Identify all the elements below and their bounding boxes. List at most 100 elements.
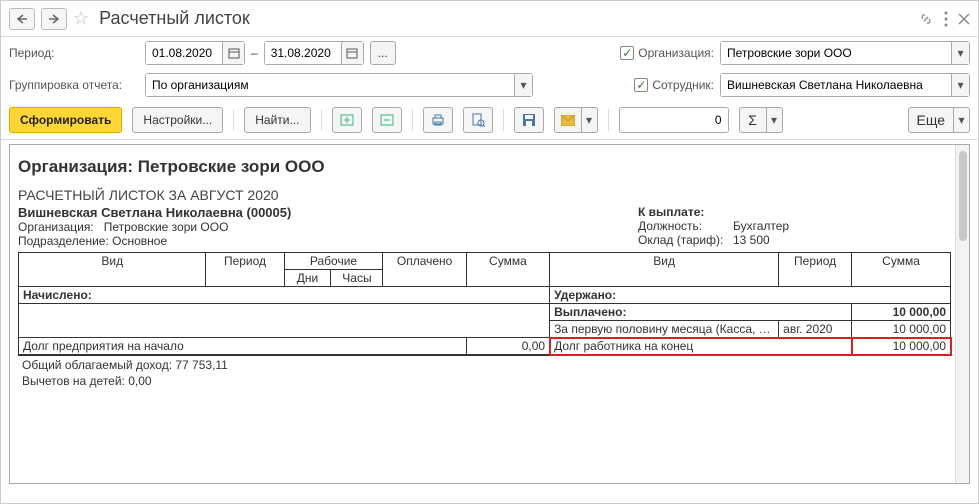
report-area: Организация: Петровские зори ООО РАСЧЕТН… — [9, 144, 970, 484]
org-label: Организация: — [18, 220, 94, 234]
nav-back-button[interactable] — [9, 8, 35, 30]
col-dni: Дни — [284, 270, 331, 287]
to-pay-label: К выплате: — [638, 205, 951, 219]
pay-period: авг. 2020 — [779, 321, 852, 338]
dept-label: Подразделение: — [18, 234, 109, 248]
emp-combo[interactable]: ▾ — [720, 73, 970, 97]
chevron-down-icon[interactable]: ▾ — [951, 74, 969, 96]
separator — [233, 109, 234, 131]
grouping-combo[interactable]: ▾ — [145, 73, 533, 97]
pay-desc: За первую половину месяца (Касса, вед. №… — [550, 321, 779, 338]
period-picker-button[interactable]: ... — [370, 41, 396, 65]
date-to-field[interactable] — [264, 41, 364, 65]
col-period-r: Период — [779, 253, 852, 287]
sigma-icon[interactable]: Σ — [740, 108, 766, 132]
printer-icon — [431, 113, 445, 127]
more-label: Еще — [909, 108, 954, 132]
date-from-field[interactable] — [145, 41, 245, 65]
col-chasy: Часы — [331, 270, 383, 287]
col-period: Период — [206, 253, 284, 287]
separator — [412, 109, 413, 131]
chevron-down-icon[interactable]: ▾ — [951, 42, 969, 64]
col-vid: Вид — [19, 253, 206, 287]
col-vid-r: Вид — [550, 253, 779, 287]
find-button[interactable]: Найти... — [244, 107, 310, 133]
generate-button[interactable]: Сформировать — [9, 107, 122, 133]
close-icon[interactable] — [958, 13, 970, 25]
emp-combo-input[interactable] — [721, 74, 951, 96]
calendar-icon[interactable] — [222, 42, 244, 64]
chevron-down-icon[interactable]: ▾ — [514, 74, 532, 96]
table-row: Вид Период Рабочие Оплачено Сумма Вид Пе… — [19, 253, 951, 270]
org-heading: Организация: Петровские зори ООО — [18, 157, 951, 177]
date-from-input[interactable] — [146, 42, 222, 64]
table-row: Выплачено: 10 000,00 — [19, 304, 951, 321]
settings-button[interactable]: Настройки... — [132, 107, 223, 133]
debt-end-label: Долг работника на конец — [550, 338, 852, 355]
payslip-table: Вид Период Рабочие Оплачено Сумма Вид Пе… — [18, 252, 951, 355]
calendar-icon[interactable] — [341, 42, 363, 64]
col-summa: Сумма — [466, 253, 549, 287]
chevron-down-icon[interactable]: ▾ — [581, 108, 597, 132]
col-oplacheno: Оплачено — [383, 253, 466, 287]
separator — [321, 109, 322, 131]
date-to-input[interactable] — [265, 42, 341, 64]
org-checkbox[interactable]: ✓ Организация: — [620, 46, 714, 60]
emp-checkbox[interactable]: ✓ Сотрудник: — [634, 78, 714, 92]
separator — [608, 109, 609, 131]
vyplacheno-label: Выплачено: — [550, 304, 852, 321]
preview-button[interactable] — [463, 107, 493, 133]
salary-value: 13 500 — [733, 233, 770, 247]
chevron-down-icon[interactable]: ▾ — [766, 108, 782, 132]
sheet-title: РАСЧЕТНЫЙ ЛИСТОК ЗА АВГУСТ 2020 — [18, 187, 951, 203]
org-combo[interactable]: ▾ — [720, 41, 970, 65]
col-summa-r: Сумма — [852, 253, 951, 287]
grouping-input[interactable] — [146, 74, 514, 96]
debt-end-sum: 10 000,00 — [852, 338, 951, 355]
date-dash: – — [251, 46, 258, 60]
number-field[interactable] — [619, 107, 729, 133]
email-dropdown[interactable]: ▾ — [554, 107, 598, 133]
nav-forward-button[interactable] — [41, 8, 67, 30]
print-button[interactable] — [423, 107, 453, 133]
salary-label: Оклад (тариф): — [638, 233, 733, 247]
sum-dropdown[interactable]: Σ ▾ — [739, 107, 783, 133]
org-name: Петровские зори ООО — [104, 220, 229, 234]
position-label: Должность: — [638, 219, 733, 233]
link-icon[interactable] — [918, 11, 934, 27]
page-magnify-icon — [471, 113, 485, 127]
check-icon: ✓ — [620, 46, 634, 60]
position-value: Бухгалтер — [733, 219, 789, 233]
uderzhano-label: Удержано: — [550, 287, 951, 304]
more-dropdown[interactable]: Еще ▾ — [908, 107, 971, 133]
scrollbar-thumb[interactable] — [959, 151, 967, 241]
expand-group-button[interactable] — [332, 107, 362, 133]
dept-name: Основное — [112, 234, 167, 248]
table-row: Долг предприятия на начало 0,00 Долг раб… — [19, 338, 951, 355]
org-check-label: Организация: — [638, 46, 714, 60]
arrow-left-icon — [16, 14, 28, 24]
debt-start-label: Долг предприятия на начало — [19, 338, 467, 355]
save-button[interactable] — [514, 107, 544, 133]
collapse-icon — [380, 113, 394, 127]
kebab-menu-icon[interactable] — [944, 11, 948, 27]
col-rabochie: Рабочие — [284, 253, 383, 270]
period-label: Период: — [9, 46, 139, 60]
chevron-down-icon[interactable]: ▾ — [953, 108, 969, 132]
collapse-group-button[interactable] — [372, 107, 402, 133]
pay-sum: 10 000,00 — [852, 321, 951, 338]
grouping-label: Группировка отчета: — [9, 78, 139, 92]
child-deductions: Вычетов на детей: 0,00 — [18, 374, 951, 388]
mail-icon[interactable] — [555, 108, 581, 132]
vyplacheno-sum: 10 000,00 — [852, 304, 951, 321]
arrow-right-icon — [48, 14, 60, 24]
scrollbar[interactable] — [955, 145, 969, 483]
page-title: Расчетный листок — [99, 8, 250, 29]
floppy-icon — [522, 113, 536, 127]
nachisleno-label: Начислено: — [19, 287, 550, 304]
org-combo-input[interactable] — [721, 42, 951, 64]
favorite-star-icon[interactable]: ☆ — [73, 8, 89, 29]
employee-name: Вишневская Светлана Николаевна (00005) — [18, 205, 638, 220]
check-icon: ✓ — [634, 78, 648, 92]
separator — [503, 109, 504, 131]
